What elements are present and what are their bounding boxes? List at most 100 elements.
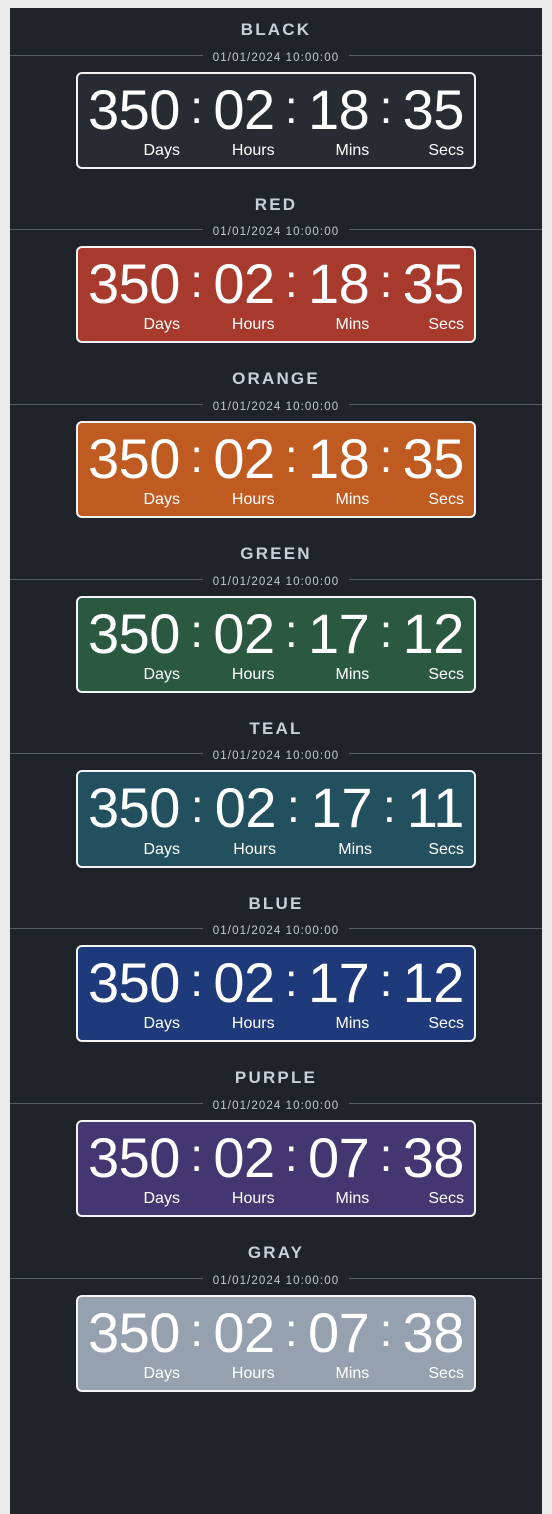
timer-card-wrapper-black: 350 Days:02 Hours:18 Mins:35 Secs: [10, 71, 542, 183]
value-hours: 02: [213, 951, 275, 1015]
unit-hours-red: 02 Hours: [213, 252, 275, 334]
separator-colon: :: [190, 1129, 204, 1182]
value-secs: 12: [402, 951, 465, 1015]
timer-card-wrapper-gray: 350 Days:02 Hours:07 Mins:38 Secs: [10, 1294, 542, 1406]
value-secs: 35: [402, 77, 465, 141]
countdown-timer-red[interactable]: 350 Days:02 Hours:18 Mins:35 Secs: [76, 246, 476, 344]
divider-rule-orange: 01/01/2024 10:00:00: [10, 397, 542, 415]
countdown-section-red: RED 01/01/2024 10:00:00 350 Days:02 Hours:18…: [10, 183, 542, 358]
value-days: 350: [88, 252, 180, 316]
countdown-section-gray: GRAY 01/01/2024 10:00:00 350 Days:02 Hours:0…: [10, 1231, 542, 1406]
unit-mins-orange: 18 Mins: [308, 430, 370, 509]
unit-mins-green: 17 Mins: [308, 605, 370, 683]
label-hours: Hours: [231, 665, 275, 683]
timer-card-wrapper-teal: 350 Days:02 Hours:17 Mins:11 Secs: [10, 770, 542, 881]
label-days: Days: [143, 840, 180, 858]
separator-colon: :: [379, 430, 393, 483]
label-days: Days: [143, 1364, 180, 1382]
countdown-section-purple: PURPLE 01/01/2024 10:00:00 350 Days:02 Hours…: [10, 1056, 542, 1231]
unit-mins-red: 18 Mins: [307, 252, 370, 334]
label-mins: Mins: [335, 491, 370, 509]
label-hours: Hours: [231, 491, 275, 509]
timer-card-wrapper-purple: 350 Days:02 Hours:07 Mins:38 Secs: [10, 1119, 542, 1231]
value-days: 350: [88, 776, 180, 840]
countdown-section-blue: BLUE 01/01/2024 10:00:00 350 Days:02 Hours:1…: [10, 882, 542, 1057]
unit-hours-gray: 02 Hours: [213, 1300, 275, 1382]
countdown-timer-purple[interactable]: 350 Days:02 Hours:07 Mins:38 Secs: [76, 1119, 476, 1218]
value-days: 350: [88, 1125, 180, 1189]
target-timestamp-red: 01/01/2024 10:00:00: [202, 225, 350, 240]
target-timestamp-green: 01/01/2024 10:00:00: [202, 574, 350, 589]
target-timestamp-teal: 01/01/2024 10:00:00: [202, 749, 350, 764]
label-hours: Hours: [233, 840, 276, 858]
label-hours: Hours: [231, 1364, 275, 1382]
label-days: Days: [143, 1015, 180, 1033]
section-title-orange: ORANGE: [232, 369, 320, 389]
value-secs: 38: [402, 1125, 465, 1189]
label-days: Days: [143, 1190, 180, 1208]
label-days: Days: [143, 141, 180, 159]
separator-colon: :: [284, 604, 298, 657]
separator-colon: :: [379, 604, 393, 657]
separator-colon: :: [284, 80, 298, 133]
countdown-section-orange: ORANGE 01/01/2024 10:00:00 350 Days:02 Hours…: [10, 357, 542, 532]
unit-hours-purple: 02 Hours: [213, 1129, 275, 1207]
value-secs: 35: [402, 427, 465, 491]
countdown-section-teal: TEAL 01/01/2024 10:00:00 350 Days:02 Hours:1…: [10, 707, 542, 882]
divider-rule-gray: 01/01/2024 10:00:00: [10, 1271, 542, 1288]
unit-hours-green: 02 Hours: [213, 601, 275, 683]
countdown-timer-teal[interactable]: 350 Days:02 Hours:17 Mins:11 Secs: [76, 770, 476, 868]
value-days: 350: [88, 77, 180, 141]
unit-days-orange: 350 Days: [88, 430, 180, 508]
label-hours: Hours: [231, 316, 275, 334]
separator-colon: :: [284, 430, 298, 483]
separator-colon: :: [190, 430, 204, 483]
separator-colon: :: [286, 779, 300, 832]
countdown-timer-gray[interactable]: 350 Days:02 Hours:07 Mins:38 Secs: [76, 1294, 476, 1392]
value-mins: 07: [307, 1125, 370, 1189]
value-mins: 18: [307, 252, 370, 316]
countdown-timer-black[interactable]: 350 Days:02 Hours:18 Mins:35 Secs: [76, 71, 476, 169]
separator-colon: :: [284, 1129, 298, 1182]
timer-card-wrapper-red: 350 Days:02 Hours:18 Mins:35 Secs: [10, 246, 542, 357]
separator-colon: :: [383, 779, 396, 832]
value-secs: 38: [402, 1300, 465, 1364]
unit-mins-teal: 17 Mins: [310, 776, 373, 857]
section-title-red: RED: [254, 194, 298, 214]
value-days: 350: [88, 601, 180, 665]
value-mins: 17: [310, 776, 373, 840]
countdown-timer-orange[interactable]: 350 Days:02 Hours:18 Mins:35 Secs: [76, 421, 476, 519]
label-hours: Hours: [231, 141, 275, 159]
value-mins: 17: [307, 951, 370, 1015]
unit-secs-teal: 11 Secs: [406, 776, 465, 857]
value-secs: 11: [406, 776, 465, 840]
unit-days-red: 350 Days: [88, 252, 180, 333]
value-hours: 02: [213, 601, 275, 665]
unit-days-black: 350 Days: [88, 77, 180, 159]
label-secs: Secs: [428, 316, 464, 334]
unit-mins-blue: 17 Mins: [307, 951, 370, 1033]
unit-secs-black: 35 Secs: [402, 77, 465, 159]
label-secs: Secs: [428, 141, 464, 159]
value-hours: 02: [213, 1300, 275, 1364]
target-timestamp-orange: 01/01/2024 10:00:00: [202, 400, 350, 415]
divider-rule-green: 01/01/2024 10:00:00: [10, 572, 542, 589]
section-title-purple: PURPLE: [234, 1068, 318, 1088]
unit-days-purple: 350 Days: [88, 1125, 180, 1208]
label-mins: Mins: [335, 1015, 370, 1033]
separator-colon: :: [190, 954, 204, 1007]
unit-hours-black: 02 Hours: [213, 81, 275, 159]
label-mins: Mins: [335, 316, 370, 334]
countdown-section-green: GREEN 01/01/2024 10:00:00 350 Days:02 Hours:…: [10, 532, 542, 707]
countdown-timer-green[interactable]: 350 Days:02 Hours:17 Mins:12 Secs: [76, 595, 476, 693]
value-hours: 02: [213, 252, 275, 316]
separator-colon: :: [284, 954, 298, 1007]
separator-colon: :: [379, 954, 393, 1007]
separator-colon: :: [379, 1303, 393, 1356]
unit-secs-green: 12 Secs: [403, 605, 465, 683]
value-days: 350: [88, 951, 180, 1015]
unit-secs-gray: 38 Secs: [402, 1300, 465, 1382]
timer-card-wrapper-orange: 350 Days:02 Hours:18 Mins:35 Secs: [10, 421, 542, 532]
countdown-gallery-page: BLACK 01/01/2024 10:00:00 350 Days:02 Hours:…: [10, 8, 542, 1514]
countdown-timer-blue[interactable]: 350 Days:02 Hours:17 Mins:12 Secs: [76, 945, 476, 1043]
